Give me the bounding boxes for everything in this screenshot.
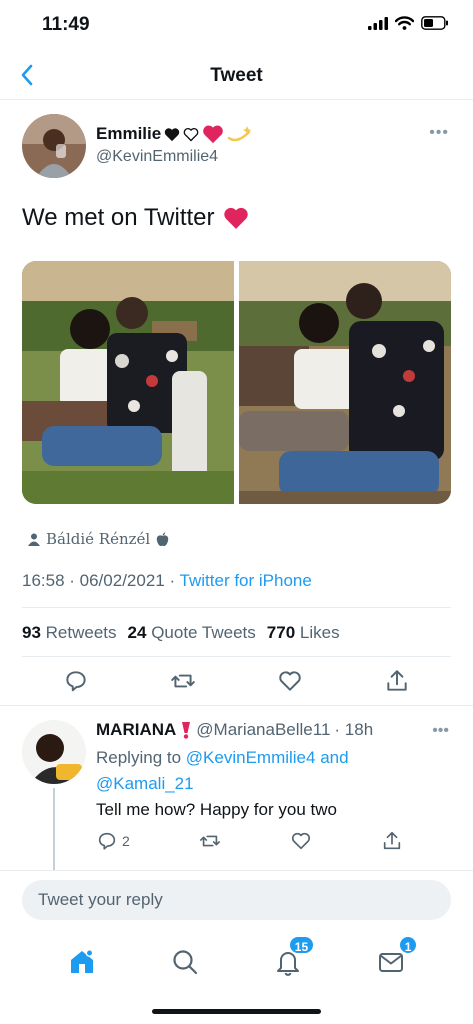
divider [0,705,473,706]
reply-icon[interactable] [63,668,89,694]
nav-header: Tweet [0,52,473,100]
reply-time: · 18h [334,720,374,739]
reply-header: MARIANA @MarianaBelle11 · 18h [96,720,373,740]
retweets-count: 93 [22,623,41,642]
reply-more-options-icon[interactable]: ••• [432,722,449,740]
black-heart-icon [165,127,180,141]
tab-notifications[interactable]: 15 [273,935,316,977]
tweet-text-body: We met on Twitter [22,204,215,231]
quote-tweets-stat[interactable]: 24 Quote Tweets [128,623,256,643]
tweet-text: We met on Twitter [22,204,249,232]
reply-count: 2 [122,833,130,849]
retweet-icon[interactable] [170,668,196,694]
thread-line [53,788,55,870]
apple-icon [157,531,169,546]
quote-tweets-label: Quote Tweets [151,623,256,642]
author-handle[interactable]: @KevinEmmilie4 [96,148,218,166]
divider [22,607,451,608]
likes-stat[interactable]: 770 Likes [267,623,340,643]
photo-2[interactable] [238,261,452,504]
reply-author-handle[interactable]: @MarianaBelle11 [196,720,330,740]
likes-count: 770 [266,623,296,642]
reply-text: Tell me how? Happy for you two [96,800,337,819]
tab-search[interactable] [170,947,200,977]
and-text: and [315,748,349,767]
tagged-user-name: Báldié Rénzél [46,530,151,548]
tab-messages[interactable]: 1 [376,935,419,977]
replying-to: Replying to @KevinEmmilie4 and @Kamali_21 [96,745,416,797]
likes-label: Likes [299,623,340,642]
mention-link[interactable]: @Kamali_21 [96,774,194,793]
reply-retweet-button[interactable] [199,830,221,852]
author-name-text: Emmilie [96,124,162,143]
wifi-icon [395,16,414,30]
notifications-badge: 15 [287,935,316,955]
tweet-meta: 16:58 · 06/02/2021 · Twitter for iPhone [22,571,312,591]
page-title: Tweet [210,65,263,86]
tweet-media [22,261,451,504]
status-icons [368,16,449,30]
signal-icon [368,16,388,30]
author-name[interactable]: Emmilie [96,124,253,144]
retweets-label: Retweets [45,623,117,642]
reply-actions: 2 [96,830,403,852]
bottom-tab-bar: 15 1 [0,932,473,992]
tweet-source-link[interactable]: Twitter for iPhone [180,571,312,590]
mention-link[interactable]: @KevinEmmilie4 [186,748,316,767]
home-indicator[interactable] [152,1009,321,1014]
battery-icon [421,16,448,30]
quote-tweets-count: 24 [127,623,147,642]
tab-home[interactable] [67,947,97,977]
status-bar: 11:49 [0,0,473,52]
reply-like-button[interactable] [290,830,312,852]
red-heart-icon [223,207,248,229]
red-heart-icon [203,125,224,144]
photo-1[interactable] [22,261,235,504]
divider [22,656,451,657]
tweet-stats: 93 Retweets 24 Quote Tweets 770 Likes [22,623,340,643]
reply-avatar[interactable] [22,720,86,784]
reply-composer-input[interactable]: Tweet your reply [22,880,451,920]
like-icon [291,832,310,850]
divider [0,870,473,871]
home-icon [70,949,94,973]
person-icon [28,533,40,546]
tagged-user[interactable]: Báldié Rénzél [28,530,169,548]
messages-badge: 1 [397,935,419,955]
reply-reply-button[interactable]: 2 [96,830,130,852]
white-heart-icon [183,127,199,141]
share-icon [383,831,401,850]
dizzy-icon [228,126,252,142]
reply-share-button[interactable] [381,830,403,852]
reply-author-name[interactable]: MARIANA [96,720,176,740]
more-options-icon[interactable]: ••• [429,124,449,142]
tweet-timestamp: 16:58 · 06/02/2021 · [22,571,180,590]
retweet-icon [199,835,220,847]
like-icon[interactable] [277,668,303,694]
search-icon [173,950,197,975]
retweets-stat[interactable]: 93 Retweets [22,623,117,643]
tweet-actions [22,668,451,694]
status-time: 11:49 [42,14,90,35]
red-exclamation-icon [182,722,191,739]
share-icon[interactable] [384,668,410,694]
author-avatar[interactable] [22,114,86,178]
replying-to-prefix: Replying to [96,748,186,767]
reply-icon [98,832,116,850]
